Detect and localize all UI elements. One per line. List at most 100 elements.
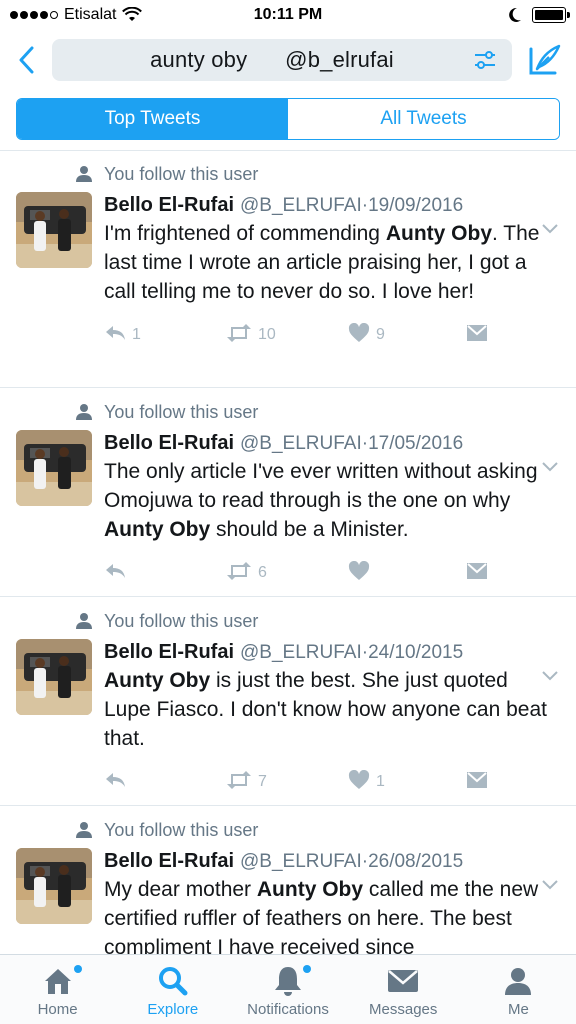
retweet-icon <box>226 323 252 347</box>
tab-messages-label: Messages <box>369 1001 438 1018</box>
tweet-date: 24/10/2015 <box>368 642 464 663</box>
person-icon <box>74 820 94 840</box>
retweet-icon <box>226 561 252 585</box>
tweet-body: Bello El-Rufai @B_ELRUFAI · 19/09/2016 I'm… <box>104 192 560 348</box>
person-icon <box>74 611 94 631</box>
tweet-text-before: I'm frightened of commending <box>104 222 386 245</box>
avatar[interactable] <box>16 192 92 268</box>
tweet-header: Bello El-Rufai @B_ELRUFAI · 17/05/2016 <box>104 430 560 457</box>
heart-icon <box>348 322 370 348</box>
chevron-down-icon[interactable] <box>540 875 560 895</box>
author-name[interactable]: Bello El-Rufai <box>104 192 234 218</box>
envelope-icon <box>466 771 488 794</box>
tweet-header: Bello El-Rufai @B_ELRUFAI · 26/08/2015 <box>104 848 560 875</box>
status-left: Etisalat <box>10 6 143 24</box>
reply-icon <box>104 324 126 347</box>
like-count: 1 <box>376 773 385 790</box>
tab-me[interactable]: Me <box>461 955 576 1024</box>
bell-icon <box>273 965 311 997</box>
reply-button[interactable]: 1 <box>104 324 226 347</box>
tweet[interactable]: You follow this user Bello El-Rufai @B_ELR… <box>0 597 576 806</box>
tweet-body: Bello El-Rufai @B_ELRUFAI · 17/05/2016 The… <box>104 430 560 586</box>
context-label: You follow this user <box>104 163 259 184</box>
heart-icon <box>348 560 370 586</box>
context-label: You follow this user <box>104 401 259 422</box>
chevron-down-icon[interactable] <box>540 666 560 686</box>
author-name[interactable]: Bello El-Rufai <box>104 639 234 665</box>
tweet-row: Bello El-Rufai @B_ELRUFAI · 26/08/2015 My … <box>16 848 560 954</box>
tweet[interactable]: You follow this user Bello El-Rufai @B_ELR… <box>0 806 576 954</box>
author-handle[interactable]: @B_ELRUFAI <box>240 849 362 875</box>
tweet-text: The only article I've ever written witho… <box>104 457 560 544</box>
avatar[interactable] <box>16 848 92 924</box>
author-handle[interactable]: @B_ELRUFAI <box>240 431 362 457</box>
avatar[interactable] <box>16 639 92 715</box>
envelope-icon <box>466 562 488 585</box>
compose-button[interactable] <box>524 40 564 80</box>
search-icon <box>158 965 188 997</box>
like-button[interactable]: 1 <box>348 769 466 795</box>
tweet-text-highlight: Aunty Oby <box>256 878 364 901</box>
retweet-count: 7 <box>258 773 267 790</box>
reply-button[interactable] <box>104 562 226 585</box>
author-name[interactable]: Bello El-Rufai <box>104 430 234 456</box>
tab-notifications[interactable]: Notifications <box>230 955 345 1024</box>
reply-button[interactable] <box>104 771 226 794</box>
reply-icon <box>104 562 126 585</box>
tweet-text-highlight: Aunty Oby <box>104 669 211 692</box>
tweet-context: You follow this user <box>74 818 560 842</box>
tab-explore[interactable]: Explore <box>115 955 230 1024</box>
envelope-icon <box>466 324 488 347</box>
timeline: You follow this user Bello El-Rufai @B_ELR… <box>0 150 576 954</box>
tweet[interactable]: You follow this user Bello El-Rufai @B_ELR… <box>0 388 576 597</box>
tweet[interactable]: You follow this user Bello El-Rufai @B_ELR… <box>0 150 576 388</box>
author-handle[interactable]: @B_ELRUFAI <box>240 640 362 666</box>
home-notification-dot <box>73 965 82 973</box>
like-count: 9 <box>376 326 385 343</box>
search-query: aunty oby @b_elrufai <box>150 47 394 72</box>
tweet-text-after: should be a Minister. <box>210 518 409 541</box>
tab-bar: Home Explore Notifications Messages Me <box>0 954 576 1024</box>
home-icon <box>42 965 82 997</box>
direct-message-button[interactable] <box>466 324 488 347</box>
retweet-button[interactable]: 10 <box>226 323 348 347</box>
chevron-down-icon[interactable] <box>540 457 560 477</box>
battery-icon <box>532 7 570 23</box>
direct-message-button[interactable] <box>466 771 488 794</box>
retweet-button[interactable]: 7 <box>226 770 348 794</box>
tweet-header: Bello El-Rufai @B_ELRUFAI · 24/10/2015 <box>104 639 560 666</box>
avatar[interactable] <box>16 430 92 506</box>
retweet-button[interactable]: 6 <box>226 561 348 585</box>
tab-top-tweets[interactable]: Top Tweets <box>17 99 288 139</box>
filter-button[interactable] <box>472 47 498 73</box>
search-header: aunty oby @b_elrufai <box>0 30 576 90</box>
tab-me-label: Me <box>507 1001 529 1018</box>
status-right <box>508 7 570 23</box>
signal-icon <box>10 11 58 19</box>
person-icon <box>74 164 94 184</box>
back-button[interactable] <box>12 40 40 80</box>
compose-quill-icon <box>529 44 561 75</box>
search-input[interactable]: aunty oby @b_elrufai <box>52 39 512 81</box>
tab-all-tweets[interactable]: All Tweets <box>288 99 559 139</box>
carrier-label: Etisalat <box>64 6 117 23</box>
tweet-text: My dear mother Aunty Oby called me the n… <box>104 875 560 954</box>
tweet-row: Bello El-Rufai @B_ELRUFAI · 17/05/2016 The… <box>16 430 560 586</box>
tab-home[interactable]: Home <box>0 955 115 1024</box>
tab-home-label: Home <box>37 1001 78 1018</box>
tab-messages[interactable]: Messages <box>346 955 461 1024</box>
moon-icon <box>509 7 521 22</box>
retweet-count: 6 <box>258 564 267 581</box>
chevron-down-icon[interactable] <box>540 219 560 239</box>
direct-message-button[interactable] <box>466 562 488 585</box>
tweet-text: Aunty Oby is just the best. She just quo… <box>104 666 560 753</box>
reply-icon <box>104 771 126 794</box>
tweet-context: You follow this user <box>74 400 560 424</box>
retweet-icon <box>226 770 252 794</box>
chevron-left-icon <box>19 46 34 74</box>
like-button[interactable]: 9 <box>348 322 466 348</box>
author-name[interactable]: Bello El-Rufai <box>104 848 234 874</box>
author-handle[interactable]: @B_ELRUFAI <box>240 193 362 219</box>
like-button[interactable] <box>348 560 466 586</box>
tweet-text-highlight: Aunty Oby <box>104 518 211 541</box>
